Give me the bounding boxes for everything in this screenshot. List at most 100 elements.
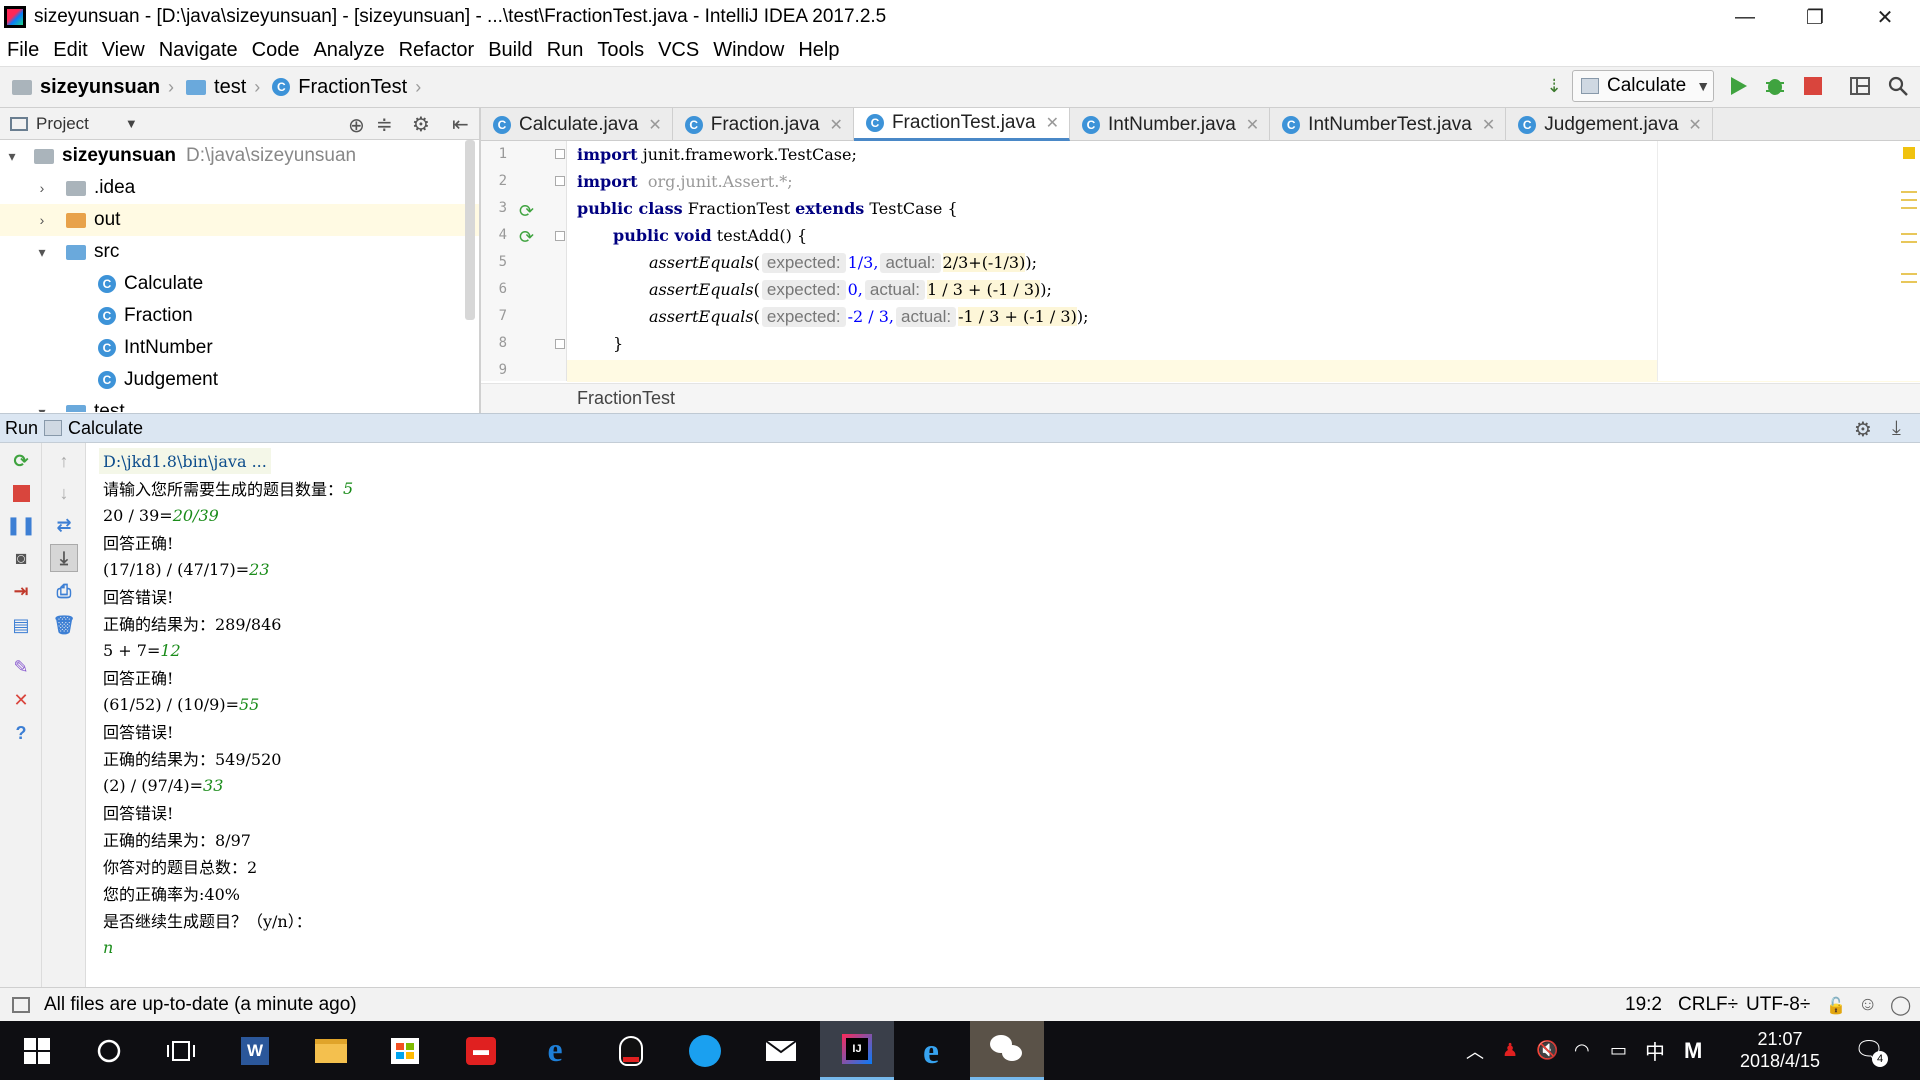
soft-wrap-icon[interactable]: ⇄ <box>52 513 76 537</box>
search-icon[interactable] <box>1886 74 1910 98</box>
help-icon[interactable]: ? <box>9 721 33 745</box>
project-view-selector[interactable]: Project <box>36 114 89 134</box>
hide-panel-icon[interactable]: ⤓ <box>1892 417 1901 440</box>
start-button[interactable] <box>0 1021 74 1080</box>
store-icon[interactable] <box>368 1021 442 1080</box>
menu-refactor[interactable]: Refactor <box>392 39 482 62</box>
menu-tools[interactable]: Tools <box>590 39 651 62</box>
warning-indicator-icon[interactable] <box>1903 147 1915 159</box>
print-icon[interactable]: ⎙ <box>52 579 76 603</box>
line-separator-selector[interactable]: CRLF÷ <box>1678 994 1738 1016</box>
caret-position[interactable]: 19:2 <box>1625 994 1662 1016</box>
tab-intnumbertest[interactable]: C IntNumberTest.java ✕ <box>1270 108 1507 141</box>
stop-icon[interactable] <box>9 481 33 505</box>
camera-icon[interactable]: ◙ <box>9 546 33 570</box>
gear-icon[interactable]: ⚙ <box>412 112 430 137</box>
editor-breadcrumb-label[interactable]: FractionTest <box>577 388 675 409</box>
tab-fractiontest[interactable]: C FractionTest.java ✕ <box>853 108 1070 141</box>
intellij-taskbar-icon[interactable]: IJ <box>820 1021 894 1080</box>
task-view-icon[interactable] <box>144 1021 218 1080</box>
debug-icon[interactable] <box>1763 74 1787 98</box>
menu-window[interactable]: Window <box>706 39 791 62</box>
tray-app-icon[interactable]: ♟ <box>1502 1021 1518 1080</box>
battery-icon[interactable]: ▭ <box>1610 1021 1627 1080</box>
event-log-icon[interactable]: ◯ <box>1890 994 1911 1017</box>
mail-icon[interactable] <box>744 1021 818 1080</box>
minimize-button[interactable]: — <box>1710 0 1780 34</box>
tab-calculate[interactable]: C Calculate.java ✕ <box>481 108 673 141</box>
warning-mark[interactable] <box>1901 207 1917 209</box>
gear-icon[interactable]: ⚙ <box>1854 417 1872 442</box>
chat-app-icon[interactable] <box>668 1021 742 1080</box>
editor-gutter[interactable]: 1 2 3 4 5 6 7 8 9 ⟳ ⟳ <box>481 141 567 381</box>
warning-mark[interactable] <box>1901 273 1917 275</box>
close-icon[interactable]: ✕ <box>830 115 843 135</box>
locate-icon[interactable]: ⊕ <box>348 113 365 138</box>
code-editor[interactable]: import junit.framework.TestCase; import … <box>567 141 1657 381</box>
warning-mark[interactable] <box>1901 241 1917 243</box>
restore-button[interactable]: ❐ <box>1780 0 1850 34</box>
tree-item-test[interactable]: ▾ test <box>0 396 479 412</box>
ie-icon[interactable]: e <box>894 1021 968 1080</box>
pause-icon[interactable]: ❚❚ <box>6 513 36 537</box>
arrow-down-icon[interactable]: ↓ <box>52 481 76 505</box>
tree-item-judgement[interactable]: C Judgement <box>0 364 479 396</box>
trash-icon[interactable]: 🗑 <box>52 613 76 637</box>
collapse-all-icon[interactable]: ≑ <box>376 112 393 137</box>
close-icon[interactable]: ✕ <box>1046 113 1059 133</box>
menu-help[interactable]: Help <box>791 39 846 62</box>
menu-code[interactable]: Code <box>245 39 307 62</box>
run-test-icon[interactable]: ⟳ <box>519 227 534 248</box>
file-explorer-icon[interactable] <box>294 1021 368 1080</box>
menu-vcs[interactable]: VCS <box>651 39 706 62</box>
reader-icon[interactable]: ▬ <box>444 1021 518 1080</box>
warning-mark[interactable] <box>1901 191 1917 193</box>
chevron-right-icon[interactable]: › <box>34 212 50 228</box>
tree-item-src[interactable]: ▾ src <box>0 236 479 268</box>
stop-icon[interactable] <box>1801 74 1825 98</box>
tree-item-calculate[interactable]: C Calculate <box>0 268 479 300</box>
ime-indicator[interactable]: 中 <box>1645 1021 1665 1080</box>
close-icon[interactable]: ✕ <box>1482 115 1495 135</box>
lock-icon[interactable]: 🔓 <box>1826 996 1846 1016</box>
tree-item-idea[interactable]: › .idea <box>0 172 479 204</box>
pin-icon[interactable]: ✎ <box>9 655 33 679</box>
qq-icon[interactable] <box>594 1021 668 1080</box>
menu-analyze[interactable]: Analyze <box>306 39 391 62</box>
chevron-down-icon[interactable]: ▼ <box>125 116 138 131</box>
tab-intnumber[interactable]: C IntNumber.java ✕ <box>1070 108 1271 141</box>
fold-icon[interactable] <box>555 339 565 349</box>
run-test-icon[interactable]: ⟳ <box>519 201 534 222</box>
menu-edit[interactable]: Edit <box>46 39 94 62</box>
breadcrumb-folder[interactable]: test › <box>186 76 260 99</box>
arrow-up-icon[interactable]: ↑ <box>52 449 76 473</box>
close-icon[interactable]: ✕ <box>9 688 33 712</box>
encoding-selector[interactable]: UTF-8÷ <box>1746 994 1810 1016</box>
edge-icon[interactable]: e <box>518 1021 592 1080</box>
rerun-icon[interactable]: ⟳ <box>9 449 33 473</box>
tree-item-out[interactable]: › out <box>0 204 479 236</box>
inspector-icon[interactable]: ☺ <box>1858 994 1877 1016</box>
layout-icon[interactable]: ▤ <box>9 613 33 637</box>
tree-root[interactable]: ▾ sizeyunsuan D:\java\sizeyunsuan <box>0 140 479 172</box>
sort-icon[interactable]: ⇣ <box>1542 74 1566 98</box>
scroll-to-end-icon[interactable]: ⤓ <box>50 544 78 572</box>
hide-panel-icon[interactable]: ⇤ <box>452 112 469 137</box>
error-stripe[interactable] <box>1657 141 1920 381</box>
notification-center-icon[interactable]: 🗨 4 <box>1854 1021 1888 1080</box>
menu-navigate[interactable]: Navigate <box>152 39 245 62</box>
warning-mark[interactable] <box>1901 281 1917 283</box>
menu-build[interactable]: Build <box>481 39 539 62</box>
chevron-down-icon[interactable]: ▾ <box>34 244 50 261</box>
ime-mode-icon[interactable]: M <box>1684 1021 1702 1080</box>
warning-mark[interactable] <box>1901 233 1917 235</box>
run-config-select[interactable]: Calculate ▼ <box>1572 70 1714 102</box>
fold-icon[interactable] <box>555 176 565 186</box>
search-icon[interactable] <box>72 1021 146 1080</box>
tool-windows-icon[interactable] <box>12 996 30 1013</box>
console-output[interactable]: D:\jkd1.8\bin\java ... 请输入您所需要生成的题目数量： 5 … <box>86 443 1920 987</box>
tray-expand-icon[interactable]: ︿ <box>1466 1021 1484 1080</box>
run-tab-calculate[interactable]: Calculate <box>68 418 143 439</box>
volume-icon[interactable]: 🔇 <box>1536 1021 1558 1080</box>
close-icon[interactable]: ✕ <box>1246 115 1259 135</box>
